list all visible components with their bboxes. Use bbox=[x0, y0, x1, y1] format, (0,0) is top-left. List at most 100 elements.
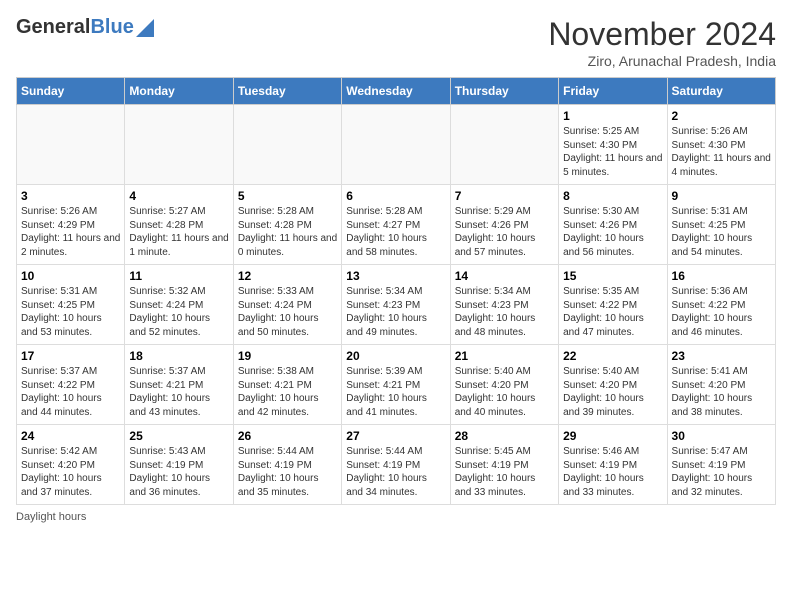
column-header-monday: Monday bbox=[125, 78, 233, 105]
day-info: Sunrise: 5:34 AM Sunset: 4:23 PM Dayligh… bbox=[346, 285, 445, 339]
day-info: Sunrise: 5:29 AM Sunset: 4:26 PM Dayligh… bbox=[455, 205, 554, 259]
day-cell bbox=[125, 105, 233, 185]
day-number: 26 bbox=[238, 429, 337, 443]
day-cell: 26 Sunrise: 5:44 AM Sunset: 4:19 PM Dayli… bbox=[233, 425, 341, 505]
day-number: 2 bbox=[672, 109, 771, 123]
day-info: Sunrise: 5:26 AM Sunset: 4:30 PM Dayligh… bbox=[672, 125, 771, 179]
day-number: 15 bbox=[563, 269, 662, 283]
day-cell: 19 Sunrise: 5:38 AM Sunset: 4:21 PM Dayli… bbox=[233, 345, 341, 425]
day-number: 12 bbox=[238, 269, 337, 283]
day-info: Sunrise: 5:35 AM Sunset: 4:22 PM Dayligh… bbox=[563, 285, 662, 339]
month-title: November 2024 bbox=[548, 16, 776, 53]
day-cell bbox=[17, 105, 125, 185]
day-number: 11 bbox=[129, 269, 228, 283]
day-cell: 21Sunrise: 5:40 AM Sunset: 4:20 PM Dayli… bbox=[450, 345, 558, 425]
day-info: Sunrise: 5:38 AM Sunset: 4:21 PM Dayligh… bbox=[238, 365, 337, 419]
column-header-friday: Friday bbox=[559, 78, 667, 105]
day-info: Sunrise: 5:34 AM Sunset: 4:23 PM Dayligh… bbox=[455, 285, 554, 339]
header-row: SundayMondayTuesdayWednesdayThursdayFrid… bbox=[17, 78, 776, 105]
day-number: 17 bbox=[21, 349, 120, 363]
calendar-header: SundayMondayTuesdayWednesdayThursdayFrid… bbox=[17, 78, 776, 105]
day-cell: 3Sunrise: 5:26 AM Sunset: 4:29 PM Daylig… bbox=[17, 185, 125, 265]
column-header-wednesday: Wednesday bbox=[342, 78, 450, 105]
day-cell: 30 Sunrise: 5:47 AM Sunset: 4:19 PM Dayli… bbox=[667, 425, 775, 505]
logo-icon bbox=[136, 19, 154, 37]
day-cell: 29 Sunrise: 5:46 AM Sunset: 4:19 PM Dayli… bbox=[559, 425, 667, 505]
day-cell: 1 Sunrise: 5:25 AM Sunset: 4:30 PM Daylig… bbox=[559, 105, 667, 185]
day-cell: 8Sunrise: 5:30 AM Sunset: 4:26 PM Daylig… bbox=[559, 185, 667, 265]
day-info: Sunrise: 5:28 AM Sunset: 4:28 PM Dayligh… bbox=[238, 205, 337, 259]
day-info: Sunrise: 5:25 AM Sunset: 4:30 PM Dayligh… bbox=[563, 125, 662, 179]
column-header-saturday: Saturday bbox=[667, 78, 775, 105]
day-cell: 7 Sunrise: 5:29 AM Sunset: 4:26 PM Daylig… bbox=[450, 185, 558, 265]
day-cell: 13Sunrise: 5:34 AM Sunset: 4:23 PM Dayli… bbox=[342, 265, 450, 345]
day-number: 20 bbox=[346, 349, 445, 363]
day-info: Sunrise: 5:37 AM Sunset: 4:22 PM Dayligh… bbox=[21, 365, 120, 419]
day-cell: 10Sunrise: 5:31 AM Sunset: 4:25 PM Dayli… bbox=[17, 265, 125, 345]
day-info: Sunrise: 5:47 AM Sunset: 4:19 PM Dayligh… bbox=[672, 445, 771, 499]
day-number: 7 bbox=[455, 189, 554, 203]
page-header: GeneralBlue November 2024 Ziro, Arunacha… bbox=[16, 16, 776, 69]
day-info: Sunrise: 5:40 AM Sunset: 4:20 PM Dayligh… bbox=[455, 365, 554, 419]
week-row-5: 24Sunrise: 5:42 AM Sunset: 4:20 PM Dayli… bbox=[17, 425, 776, 505]
day-cell: 23 Sunrise: 5:41 AM Sunset: 4:20 PM Dayli… bbox=[667, 345, 775, 425]
day-info: Sunrise: 5:45 AM Sunset: 4:19 PM Dayligh… bbox=[455, 445, 554, 499]
day-number: 4 bbox=[129, 189, 228, 203]
title-block: November 2024 Ziro, Arunachal Pradesh, I… bbox=[548, 16, 776, 69]
calendar-body: 1 Sunrise: 5:25 AM Sunset: 4:30 PM Daylig… bbox=[17, 105, 776, 505]
week-row-3: 10Sunrise: 5:31 AM Sunset: 4:25 PM Dayli… bbox=[17, 265, 776, 345]
day-number: 5 bbox=[238, 189, 337, 203]
day-cell bbox=[233, 105, 341, 185]
day-cell: 17 Sunrise: 5:37 AM Sunset: 4:22 PM Dayli… bbox=[17, 345, 125, 425]
logo-text: GeneralBlue bbox=[16, 16, 134, 39]
day-cell bbox=[450, 105, 558, 185]
day-number: 23 bbox=[672, 349, 771, 363]
day-number: 6 bbox=[346, 189, 445, 203]
day-info: Sunrise: 5:41 AM Sunset: 4:20 PM Dayligh… bbox=[672, 365, 771, 419]
day-number: 3 bbox=[21, 189, 120, 203]
calendar-table: SundayMondayTuesdayWednesdayThursdayFrid… bbox=[16, 77, 776, 505]
column-header-sunday: Sunday bbox=[17, 78, 125, 105]
day-info: Sunrise: 5:43 AM Sunset: 4:19 PM Dayligh… bbox=[129, 445, 228, 499]
logo: GeneralBlue bbox=[16, 16, 154, 39]
day-number: 30 bbox=[672, 429, 771, 443]
day-cell: 20 Sunrise: 5:39 AM Sunset: 4:21 PM Dayli… bbox=[342, 345, 450, 425]
day-cell: 2 Sunrise: 5:26 AM Sunset: 4:30 PM Daylig… bbox=[667, 105, 775, 185]
day-number: 10 bbox=[21, 269, 120, 283]
day-number: 16 bbox=[672, 269, 771, 283]
week-row-1: 1 Sunrise: 5:25 AM Sunset: 4:30 PM Daylig… bbox=[17, 105, 776, 185]
day-info: Sunrise: 5:37 AM Sunset: 4:21 PM Dayligh… bbox=[129, 365, 228, 419]
day-info: Sunrise: 5:33 AM Sunset: 4:24 PM Dayligh… bbox=[238, 285, 337, 339]
day-cell: 16Sunrise: 5:36 AM Sunset: 4:22 PM Dayli… bbox=[667, 265, 775, 345]
day-number: 19 bbox=[238, 349, 337, 363]
day-cell: 24Sunrise: 5:42 AM Sunset: 4:20 PM Dayli… bbox=[17, 425, 125, 505]
day-cell: 25Sunrise: 5:43 AM Sunset: 4:19 PM Dayli… bbox=[125, 425, 233, 505]
day-info: Sunrise: 5:27 AM Sunset: 4:28 PM Dayligh… bbox=[129, 205, 228, 259]
day-number: 1 bbox=[563, 109, 662, 123]
day-info: Sunrise: 5:44 AM Sunset: 4:19 PM Dayligh… bbox=[238, 445, 337, 499]
day-cell: 6 Sunrise: 5:28 AM Sunset: 4:27 PM Daylig… bbox=[342, 185, 450, 265]
day-cell: 27Sunrise: 5:44 AM Sunset: 4:19 PM Dayli… bbox=[342, 425, 450, 505]
day-cell: 5 Sunrise: 5:28 AM Sunset: 4:28 PM Daylig… bbox=[233, 185, 341, 265]
week-row-2: 3Sunrise: 5:26 AM Sunset: 4:29 PM Daylig… bbox=[17, 185, 776, 265]
day-cell: 9 Sunrise: 5:31 AM Sunset: 4:25 PM Daylig… bbox=[667, 185, 775, 265]
location-subtitle: Ziro, Arunachal Pradesh, India bbox=[548, 53, 776, 69]
day-info: Sunrise: 5:28 AM Sunset: 4:27 PM Dayligh… bbox=[346, 205, 445, 259]
day-info: Sunrise: 5:39 AM Sunset: 4:21 PM Dayligh… bbox=[346, 365, 445, 419]
day-info: Sunrise: 5:46 AM Sunset: 4:19 PM Dayligh… bbox=[563, 445, 662, 499]
day-number: 18 bbox=[129, 349, 228, 363]
day-cell bbox=[342, 105, 450, 185]
day-cell: 12 Sunrise: 5:33 AM Sunset: 4:24 PM Dayli… bbox=[233, 265, 341, 345]
day-cell: 15 Sunrise: 5:35 AM Sunset: 4:22 PM Dayli… bbox=[559, 265, 667, 345]
day-number: 9 bbox=[672, 189, 771, 203]
day-number: 27 bbox=[346, 429, 445, 443]
day-info: Sunrise: 5:31 AM Sunset: 4:25 PM Dayligh… bbox=[672, 205, 771, 259]
day-cell: 28Sunrise: 5:45 AM Sunset: 4:19 PM Dayli… bbox=[450, 425, 558, 505]
day-info: Sunrise: 5:40 AM Sunset: 4:20 PM Dayligh… bbox=[563, 365, 662, 419]
day-cell: 11Sunrise: 5:32 AM Sunset: 4:24 PM Dayli… bbox=[125, 265, 233, 345]
day-number: 14 bbox=[455, 269, 554, 283]
day-number: 29 bbox=[563, 429, 662, 443]
column-header-tuesday: Tuesday bbox=[233, 78, 341, 105]
column-header-thursday: Thursday bbox=[450, 78, 558, 105]
day-info: Sunrise: 5:42 AM Sunset: 4:20 PM Dayligh… bbox=[21, 445, 120, 499]
